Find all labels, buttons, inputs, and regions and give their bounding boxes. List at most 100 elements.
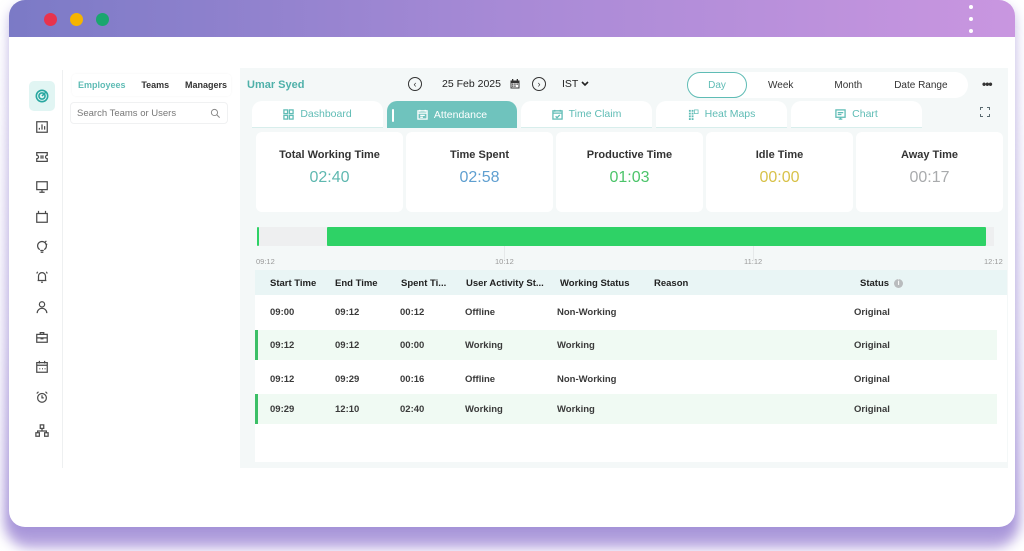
cell-status: Original [854,340,890,351]
kebab-menu-icon[interactable] [968,5,974,33]
previous-date-button[interactable]: ‹ [408,77,422,91]
timezone-label: IST [561,78,579,90]
sidebar-item-monitor[interactable] [29,174,54,199]
tab-time-claim[interactable]: Time Claim [521,101,652,128]
range-date-range-button[interactable]: Date Range [894,80,947,91]
stat-title: Idle Time [755,149,804,161]
sidebar-item-reports[interactable] [29,114,54,139]
ticket-icon [35,151,48,162]
range-week-button[interactable]: Week [768,80,793,91]
timeline-tick: 09:12 [256,257,275,266]
sidebar-item-calendar[interactable] [29,354,54,379]
title-bar [9,0,1015,37]
cell-user-activity-status: Offline [465,307,496,318]
stat-card-away-time: Away Time 00:17 [856,132,1003,212]
tab-chart[interactable]: Chart [791,101,922,128]
column-reason[interactable]: Reason [654,278,688,289]
sidebar-item-tv[interactable] [29,204,54,229]
calendar-check-icon [551,109,563,120]
tab-dashboard[interactable]: Dashboard [252,101,383,128]
table-row[interactable]: 09:29 12:10 02:40 Working Working Original [255,394,997,424]
tab-attendance[interactable]: Attendance [387,101,517,128]
cell-user-activity-status: Offline [465,374,496,385]
cell-working-status: Working [557,404,595,415]
sidebar-item-insights[interactable] [29,234,54,259]
column-spent-time[interactable]: Spent Ti... [401,278,446,289]
cell-user-activity-status: Working [465,340,503,351]
people-tab-teams[interactable]: Teams [141,80,169,90]
cell-end-time: 09:12 [335,340,360,351]
tab-label: Dashboard [300,108,352,120]
search-box [70,102,228,124]
table-header: Start Time End Time Spent Ti... User Act… [255,270,1007,295]
maximize-window-button[interactable] [96,13,109,26]
cell-working-status: Non-Working [557,374,617,385]
people-tab-employees[interactable]: Employees [78,80,126,90]
sidebar-item-org-chart[interactable] [29,418,54,443]
timeline-segment-working[interactable] [326,227,986,246]
grid-icon [283,108,295,120]
monitor-icon [35,180,48,193]
target-icon [35,89,49,103]
cell-working-status: Working [557,340,595,351]
range-month-button[interactable]: Month [834,80,862,91]
sidebar-item-timer[interactable] [29,384,54,409]
cell-start-time: 09:29 [270,404,295,415]
close-window-button[interactable] [44,13,57,26]
sidebar-item-projects[interactable] [29,324,54,349]
sidebar-item-profile[interactable] [29,294,54,319]
sidebar-item-tickets[interactable] [29,144,54,169]
sidebar-item-alerts[interactable] [29,264,54,289]
column-working-status[interactable]: Working Status [560,278,630,289]
table-row[interactable]: 09:00 09:12 00:12 Offline Non-Working Origina… [255,297,997,327]
stat-value: 02:58 [459,169,500,186]
calendar-list-icon [417,109,428,120]
cell-start-time: 09:00 [270,307,295,318]
stat-card-time-spent: Time Spent 02:58 [406,132,553,212]
more-options-button[interactable]: ••• [982,78,993,90]
lightbulb-icon [36,239,47,253]
sidebar-item-dashboard[interactable] [29,81,55,111]
cell-spent-time: 00:12 [400,307,425,318]
table-row[interactable]: 09:12 09:29 00:16 Offline Non-Working Origina… [255,364,997,394]
bar-chart-icon [35,120,48,133]
cell-end-time: 12:10 [335,404,360,415]
timeline-segment-working[interactable] [257,227,259,246]
tab-label: Attendance [433,108,488,121]
cell-end-time: 09:29 [335,374,360,385]
people-tabs: Employees Teams Managers [72,74,231,96]
selected-user-name: Umar Syed [247,79,305,91]
column-status-label: Status [860,278,890,289]
attendance-table: Start Time End Time Spent Ti... User Act… [255,270,1007,462]
minimize-window-button[interactable] [70,13,83,26]
fullscreen-icon[interactable] [980,107,990,117]
column-start-time[interactable]: Start Time [270,278,316,289]
alarm-clock-icon [35,390,48,403]
column-status[interactable]: Status i [860,278,904,289]
stat-title: Productive Time [586,149,673,161]
cell-status: Original [854,307,890,318]
column-end-time[interactable]: End Time [335,278,378,289]
alarm-bell-icon [35,270,48,283]
range-day-button[interactable]: Day [687,72,747,98]
column-user-activity-status[interactable]: User Activity St... [466,278,544,289]
timeline-tick: 11:12 [744,257,763,266]
tab-heat-maps[interactable]: Heat Maps [656,101,787,128]
date-range-selector: Day Week Month Date Range [687,72,968,98]
user-icon [36,300,47,313]
stat-title: Away Time [900,149,959,161]
info-icon[interactable]: i [894,278,904,288]
cell-start-time: 09:12 [270,340,295,351]
cell-status: Original [854,374,890,385]
search-input[interactable] [77,107,207,119]
timeline-tick: 10:12 [495,257,514,266]
tab-label: Heat Maps [704,108,756,120]
timezone-select[interactable]: IST [562,78,589,90]
people-tab-managers[interactable]: Managers [185,80,227,90]
stat-value: 02:40 [309,169,350,186]
next-date-button[interactable]: › [531,77,546,91]
table-row[interactable]: 09:12 09:12 00:00 Working Working Original [255,330,997,360]
calendar-picker-icon[interactable] [510,79,520,89]
search-icon[interactable] [210,108,221,119]
main-content: Umar Syed ‹ 25 Feb 2025 › IST Day Week M… [240,68,1008,468]
